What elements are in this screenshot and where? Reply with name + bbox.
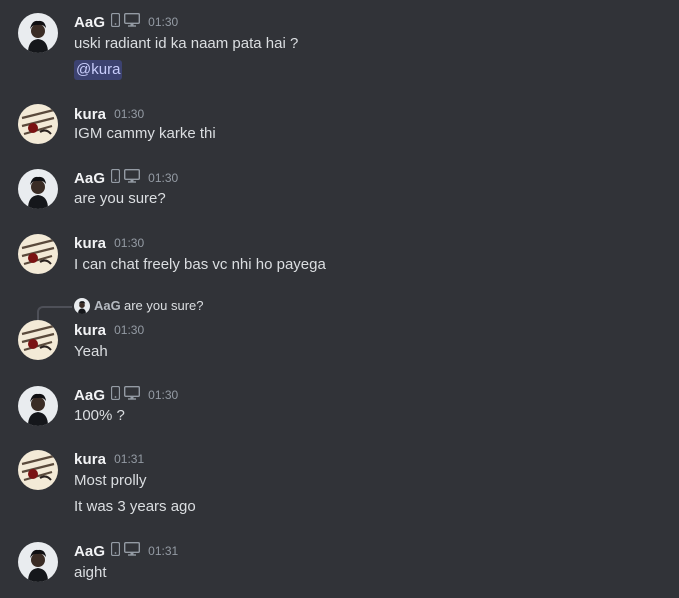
message-text: IGM cammy karke thi — [74, 125, 216, 142]
message-author[interactable]: AaG — [74, 387, 105, 404]
avatar-aag[interactable] — [18, 386, 58, 426]
message-text: 100% ? — [74, 407, 125, 424]
desktop-monitor-icon — [124, 12, 141, 32]
device-icons — [111, 168, 141, 188]
message-text: Most prolly — [74, 472, 147, 489]
mobile-phone-icon — [111, 385, 121, 405]
message-author[interactable]: kura — [74, 106, 106, 123]
message-text: uski radiant id ka naam pata hai ? — [74, 35, 299, 52]
message-timestamp: 01:30 — [114, 107, 145, 121]
device-icons — [111, 385, 141, 405]
message-timestamp: 01:30 — [114, 236, 145, 250]
reply-avatar-aag[interactable] — [74, 298, 90, 314]
device-icons — [111, 12, 141, 32]
message-text: It was 3 years ago — [74, 498, 196, 515]
chat-message-list: AaG 01:30 uski radiant id ka naam pata h… — [0, 0, 679, 598]
message-text: aight — [74, 564, 107, 581]
message-author[interactable]: AaG — [74, 170, 105, 187]
message-author[interactable]: AaG — [74, 543, 105, 560]
device-icons — [111, 541, 141, 561]
desktop-monitor-icon — [124, 385, 141, 405]
avatar-aag[interactable] — [18, 13, 58, 53]
user-mention[interactable]: @kura — [74, 60, 123, 80]
avatar-kura[interactable] — [18, 104, 58, 144]
mobile-phone-icon — [111, 541, 121, 561]
avatar-aag[interactable] — [18, 542, 58, 582]
mobile-phone-icon — [111, 168, 121, 188]
avatar-aag[interactable] — [18, 169, 58, 209]
reply-connector — [37, 306, 72, 320]
desktop-monitor-icon — [124, 541, 141, 561]
message-author[interactable]: AaG — [74, 14, 105, 31]
message-text: Yeah — [74, 343, 108, 360]
message-timestamp: 01:30 — [148, 171, 179, 185]
reply-author[interactable]: AaG — [94, 298, 121, 314]
message-author[interactable]: kura — [74, 322, 106, 339]
message-timestamp: 01:30 — [148, 388, 179, 402]
avatar-kura[interactable] — [18, 450, 58, 490]
mobile-phone-icon — [111, 12, 121, 32]
message-timestamp: 01:31 — [148, 544, 179, 558]
avatar-kura[interactable] — [18, 234, 58, 274]
message-timestamp: 01:30 — [148, 15, 179, 29]
message-author[interactable]: kura — [74, 235, 106, 252]
message-timestamp: 01:31 — [114, 452, 145, 466]
message-timestamp: 01:30 — [114, 323, 145, 337]
avatar-kura[interactable] — [18, 320, 58, 360]
reply-preview-text[interactable]: are you sure? — [124, 298, 204, 314]
message-text: are you sure? — [74, 190, 166, 207]
desktop-monitor-icon — [124, 168, 141, 188]
message-text: I can chat freely bas vc nhi ho payega — [74, 256, 326, 273]
message-author[interactable]: kura — [74, 451, 106, 468]
